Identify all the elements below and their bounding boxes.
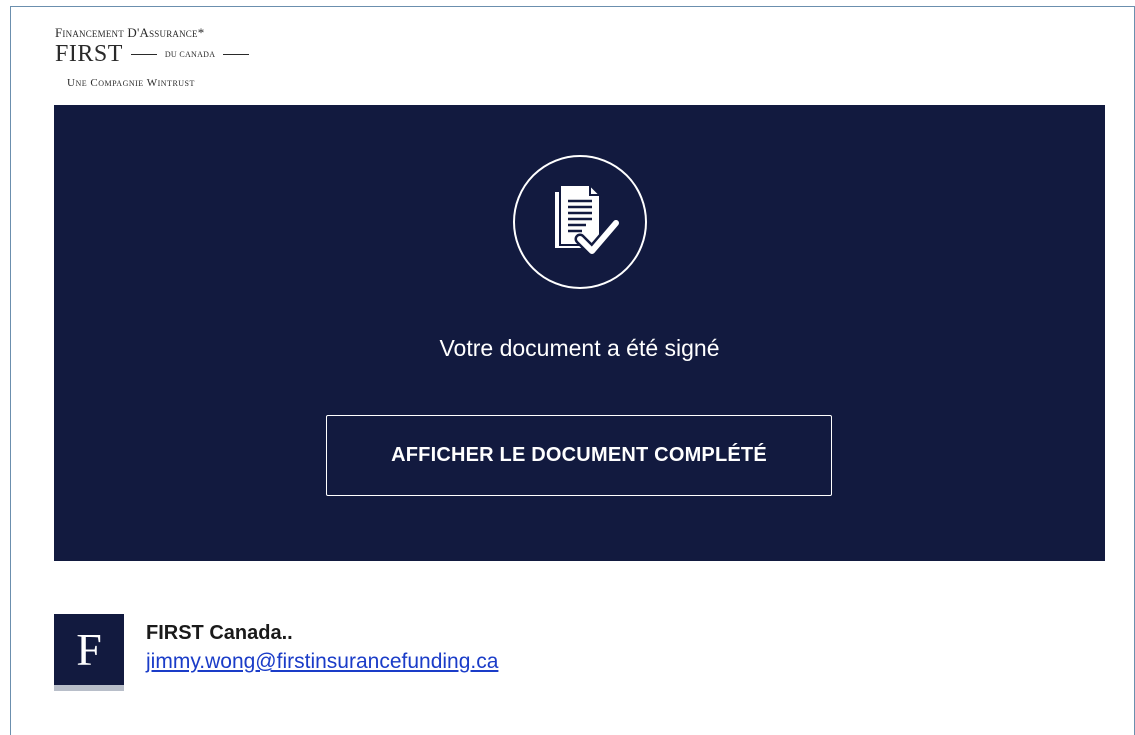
logo-wordmark: FIRST DU CANADA (55, 41, 257, 68)
logo-du-canada: DU CANADA (164, 50, 216, 59)
logo-first: FIRST (55, 41, 123, 67)
document-check-icon (513, 155, 647, 289)
email-frame: Financement D'Assurance* FIRST DU CANADA… (10, 6, 1135, 735)
signed-banner: Votre document a été signé AFFICHER LE D… (54, 105, 1105, 561)
company-logo: Financement D'Assurance* FIRST DU CANADA… (55, 25, 335, 100)
view-completed-document-button[interactable]: AFFICHER LE DOCUMENT COMPLÉTÉ (326, 415, 832, 496)
sender-email-link[interactable]: jimmy.wong@firstinsurancefunding.ca (146, 650, 498, 674)
logo-title: Financement D'Assurance* (55, 25, 205, 40)
logo-dash-left (130, 53, 157, 56)
logo-dash-right (223, 53, 250, 56)
logo-tagline: Une Compagnie Wintrust (67, 77, 195, 89)
sender-avatar: F (54, 614, 124, 685)
avatar-letter: F (76, 624, 102, 675)
sender-name: FIRST Canada.. (146, 622, 293, 644)
signed-message: Votre document a été signé (439, 335, 720, 361)
